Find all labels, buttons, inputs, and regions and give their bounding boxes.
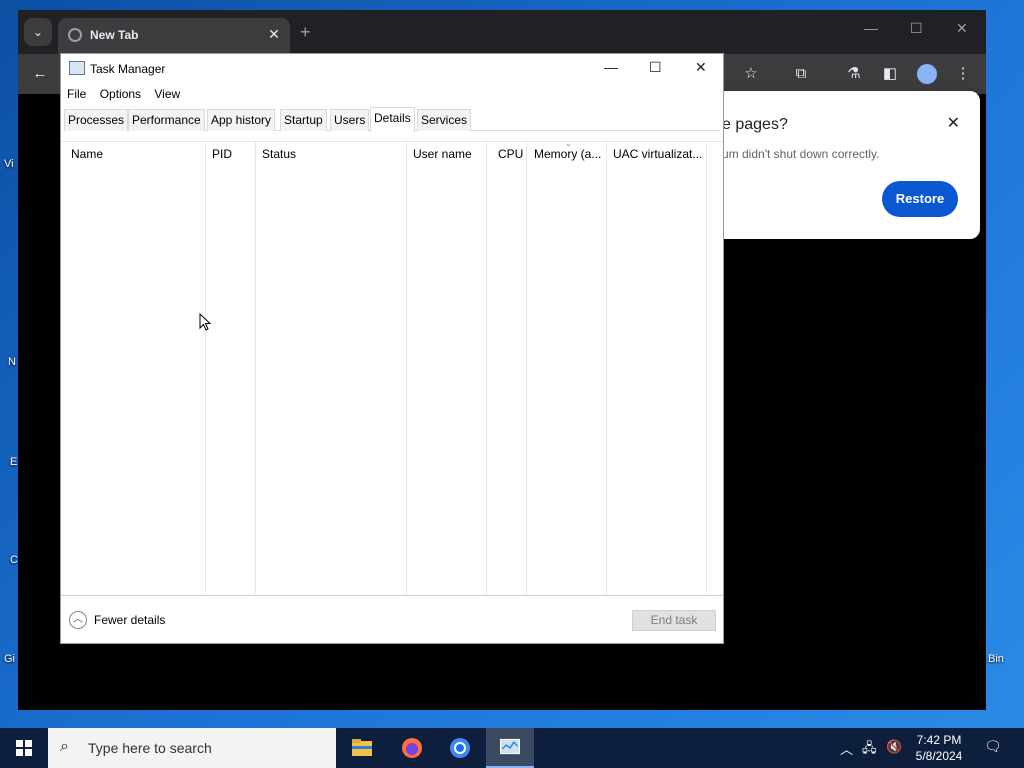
chrome-tabbar: ⌄ New Tab ✕ + — ☐ ✕ xyxy=(18,10,986,54)
extensions-icon[interactable]: ⧉ xyxy=(791,64,811,84)
tab-services[interactable]: Services xyxy=(417,109,472,131)
tab-strip: Processes Performance App history Startu… xyxy=(64,107,720,132)
tab-close-icon[interactable]: ✕ xyxy=(264,24,284,44)
desktop-icon-label[interactable]: C xyxy=(10,554,18,566)
tab-title: New Tab xyxy=(90,28,139,42)
profile-avatar-icon[interactable] xyxy=(917,64,937,84)
task-manager-app-icon xyxy=(69,61,85,75)
tab-startup[interactable]: Startup xyxy=(280,109,327,131)
footer-divider xyxy=(61,595,723,596)
more-menu-icon[interactable]: ⋮ xyxy=(953,64,973,84)
system-clock[interactable]: 7:42 PM 5/8/2024 xyxy=(904,732,974,764)
search-placeholder: Type here to search xyxy=(88,740,212,756)
column-header-pid[interactable]: PID xyxy=(212,147,232,161)
taskbar: ⌕ Type here to search ︿ 🖧 🔇 7:42 PM 5/8/… xyxy=(0,728,1024,768)
menu-view[interactable]: View xyxy=(154,84,180,104)
column-header-status[interactable]: Status xyxy=(262,147,296,161)
menu-bar: File Options View xyxy=(61,84,184,104)
tab-details[interactable]: Details xyxy=(370,107,415,132)
desktop-icon-label[interactable]: Vi xyxy=(4,158,14,170)
mouse-cursor-icon xyxy=(199,313,211,331)
minimize-button[interactable]: — xyxy=(604,59,618,75)
windows-start-icon[interactable] xyxy=(0,728,48,768)
restore-pages-dialog: e pages? um didn't shut down correctly. … xyxy=(700,91,980,239)
taskbar-search-box[interactable]: ⌕ Type here to search xyxy=(48,728,336,768)
restore-dialog-close-icon[interactable]: ✕ xyxy=(947,113,960,133)
clock-time: 7:42 PM xyxy=(916,733,962,747)
restore-dialog-message: um didn't shut down correctly. xyxy=(722,147,880,161)
column-header-uac[interactable]: UAC virtualizat... xyxy=(613,147,702,161)
desktop-icon-label[interactable]: E xyxy=(10,456,17,468)
file-explorer-icon[interactable] xyxy=(338,728,386,768)
bookmark-star-icon[interactable]: ☆ xyxy=(741,64,761,84)
task-manager-icon xyxy=(500,738,520,755)
close-button[interactable]: ✕ xyxy=(695,59,707,76)
restore-dialog-title: e pages? xyxy=(722,116,788,133)
column-divider[interactable] xyxy=(606,142,607,594)
chrome-minimize-button[interactable]: — xyxy=(864,20,878,36)
taskbar-task-manager[interactable] xyxy=(486,728,534,768)
speaker-muted-icon[interactable]: 🔇 xyxy=(886,739,902,755)
tab-users[interactable]: Users xyxy=(330,109,370,131)
tab-search-button[interactable]: ⌄ xyxy=(24,18,52,46)
task-manager-window: Task Manager — ☐ ✕ File Options View Pro… xyxy=(60,53,724,644)
column-divider[interactable] xyxy=(526,142,527,594)
tab-app-history[interactable]: App history xyxy=(207,109,276,131)
chrome-icon[interactable] xyxy=(436,728,484,768)
clock-date: 5/8/2024 xyxy=(915,749,963,763)
labs-flask-icon[interactable]: ⚗ xyxy=(844,64,864,84)
chevron-up-tray-icon[interactable]: ︿ xyxy=(840,739,853,758)
tab-new-tab[interactable]: New Tab ✕ xyxy=(58,18,290,54)
column-header-cpu[interactable]: CPU xyxy=(498,147,523,161)
firefox-icon[interactable] xyxy=(388,728,436,768)
chrome-maximize-button[interactable]: ☐ xyxy=(910,20,923,37)
tab-performance[interactable]: Performance xyxy=(128,109,205,131)
search-icon: ⌕ xyxy=(60,738,69,755)
column-header-memory[interactable]: Memory (a... xyxy=(534,147,601,161)
network-icon[interactable]: 🖧 xyxy=(862,739,877,761)
maximize-button[interactable]: ☐ xyxy=(649,59,662,76)
column-header-name[interactable]: Name xyxy=(71,147,103,161)
column-header-user-name[interactable]: User name xyxy=(413,147,472,161)
chevron-up-icon[interactable]: ︿ xyxy=(69,611,87,629)
fewer-details-link[interactable]: Fewer details xyxy=(94,613,165,627)
chrome-close-button[interactable]: ✕ xyxy=(956,20,968,37)
new-tab-button[interactable]: + xyxy=(300,22,311,43)
menu-options[interactable]: Options xyxy=(100,84,141,104)
column-divider[interactable] xyxy=(706,142,707,594)
globe-icon xyxy=(68,28,82,42)
column-divider[interactable] xyxy=(406,142,407,594)
task-manager-titlebar[interactable]: Task Manager — ☐ ✕ xyxy=(61,54,723,84)
tab-processes[interactable]: Processes xyxy=(64,109,129,131)
desktop-icon-label[interactable]: N xyxy=(8,356,16,368)
column-divider[interactable] xyxy=(255,142,256,594)
side-panel-icon[interactable]: ◧ xyxy=(880,64,900,84)
back-arrow-icon[interactable]: ← xyxy=(30,64,50,84)
restore-button[interactable]: Restore xyxy=(882,181,958,217)
column-header-divider xyxy=(61,141,723,142)
menu-file[interactable]: File xyxy=(67,84,86,104)
desktop-icon-label[interactable]: Gi xyxy=(4,653,15,665)
notification-center-icon[interactable]: 🗨 xyxy=(984,738,1002,755)
window-title: Task Manager xyxy=(90,62,166,76)
end-task-button[interactable]: End task xyxy=(632,610,716,631)
column-divider[interactable] xyxy=(486,142,487,594)
column-divider[interactable] xyxy=(205,142,206,594)
recycle-bin-label[interactable]: Bin xyxy=(988,653,1004,665)
